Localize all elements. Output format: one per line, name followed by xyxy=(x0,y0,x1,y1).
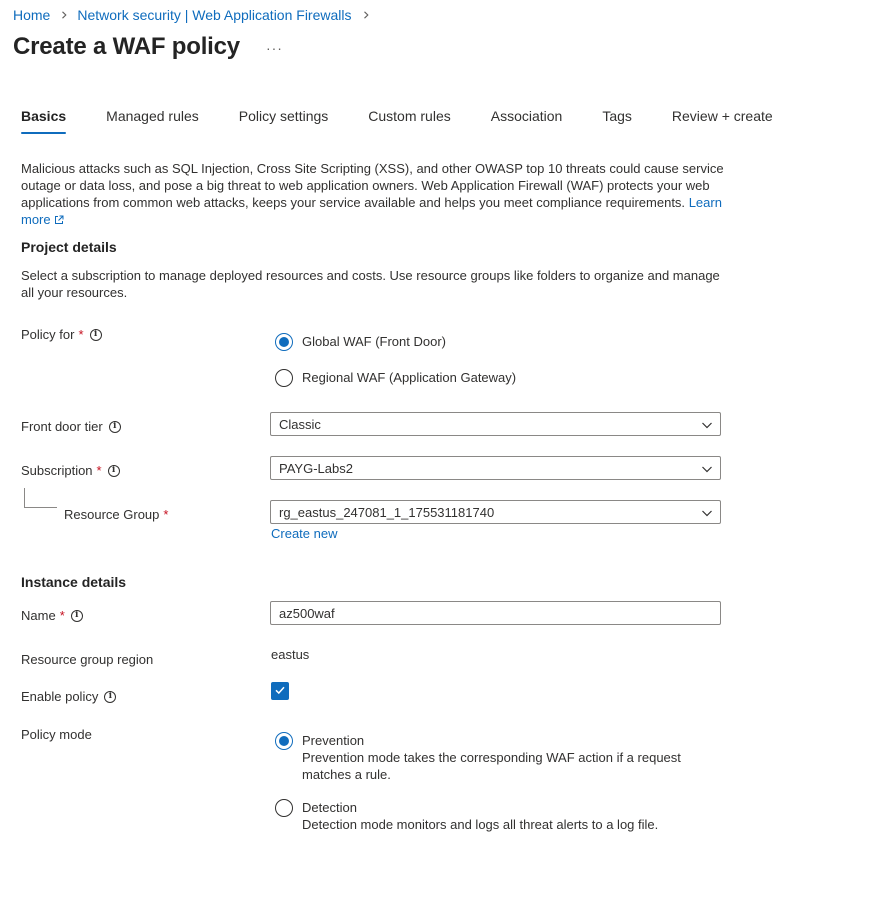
name-label: Name * i xyxy=(21,608,83,623)
front-door-tier-value: Classic xyxy=(279,416,321,432)
detection-label: Detection xyxy=(302,800,357,815)
detection-description: Detection mode monitors and logs all thr… xyxy=(302,817,659,832)
region-value: eastus xyxy=(271,647,310,662)
project-details-description: Select a subscription to manage deployed… xyxy=(21,268,720,300)
required-marker: * xyxy=(96,463,102,478)
policy-for-label: Policy for * i xyxy=(21,327,102,342)
policy-for-label-text: Policy for xyxy=(21,327,75,342)
breadcrumb-home-link[interactable]: Home xyxy=(13,7,50,23)
name-label-text: Name xyxy=(21,608,56,623)
subscription-label-text: Subscription xyxy=(21,463,93,478)
radio-button-unchecked[interactable] xyxy=(275,369,293,387)
tab-bar: Basics Managed rules Policy settings Cus… xyxy=(21,108,773,134)
resource-group-label: Resource Group * xyxy=(64,507,168,522)
enable-policy-label-text: Enable policy xyxy=(21,689,99,704)
chevron-right-icon xyxy=(362,11,370,19)
enable-policy-label: Enable policy i xyxy=(21,689,117,704)
create-new-link[interactable]: Create new xyxy=(271,526,337,541)
tab-policy-settings[interactable]: Policy settings xyxy=(239,108,328,134)
title-row: Create a WAF policy ··· xyxy=(13,33,283,61)
radio-regional-waf[interactable]: Regional WAF (Application Gateway) xyxy=(275,369,516,387)
subscription-value: PAYG-Labs2 xyxy=(279,460,353,476)
radio-button-checked[interactable] xyxy=(275,732,293,750)
radio-global-waf[interactable]: Global WAF (Front Door) xyxy=(275,333,446,351)
resource-group-dropdown[interactable]: rg_eastus_247081_1_175531181740 xyxy=(270,500,721,524)
checkmark-icon xyxy=(274,684,286,699)
breadcrumb-parent-link[interactable]: Network security | Web Application Firew… xyxy=(77,7,351,23)
info-icon[interactable]: i xyxy=(108,420,121,433)
tab-managed-rules[interactable]: Managed rules xyxy=(106,108,199,134)
radio-prevention-text: Prevention Prevention mode takes the cor… xyxy=(302,732,702,783)
resource-group-value: rg_eastus_247081_1_175531181740 xyxy=(279,504,495,520)
front-door-tier-label: Front door tier i xyxy=(21,419,121,434)
required-marker: * xyxy=(163,507,169,522)
radio-detection[interactable]: Detection Detection mode monitors and lo… xyxy=(275,799,722,833)
page-title: Create a WAF policy xyxy=(13,33,240,60)
chevron-down-icon xyxy=(701,419,713,434)
intro-text: Malicious attacks such as SQL Injection,… xyxy=(21,161,724,210)
info-icon[interactable]: i xyxy=(89,328,102,341)
tab-review-create[interactable]: Review + create xyxy=(672,108,773,134)
radio-button-unchecked[interactable] xyxy=(275,799,293,817)
instance-details-heading: Instance details xyxy=(21,574,127,590)
front-door-tier-label-text: Front door tier xyxy=(21,419,103,434)
name-input[interactable] xyxy=(270,601,721,625)
enable-policy-checkbox[interactable] xyxy=(271,682,289,700)
name-input-field[interactable] xyxy=(279,605,712,621)
radio-detection-text: Detection Detection mode monitors and lo… xyxy=(302,799,722,833)
policy-mode-label: Policy mode xyxy=(21,727,92,742)
required-marker: * xyxy=(59,608,65,623)
info-icon[interactable]: i xyxy=(70,609,83,622)
info-icon[interactable]: i xyxy=(107,464,120,477)
more-options-button[interactable]: ··· xyxy=(266,40,283,56)
required-marker: * xyxy=(78,327,84,342)
tab-association[interactable]: Association xyxy=(491,108,563,134)
info-icon[interactable]: i xyxy=(104,690,117,703)
breadcrumb: Home Network security | Web Application … xyxy=(13,7,379,23)
radio-global-waf-label: Global WAF (Front Door) xyxy=(302,334,446,349)
chevron-right-icon xyxy=(60,11,68,19)
tab-custom-rules[interactable]: Custom rules xyxy=(368,108,450,134)
tree-connector xyxy=(24,488,57,508)
subscription-dropdown[interactable]: PAYG-Labs2 xyxy=(270,456,721,480)
tab-basics[interactable]: Basics xyxy=(21,108,67,134)
prevention-description: Prevention mode takes the corresponding … xyxy=(302,750,681,782)
intro-description: Malicious attacks such as SQL Injection,… xyxy=(21,160,726,229)
resource-group-label-text: Resource Group xyxy=(64,507,160,522)
subscription-label: Subscription * i xyxy=(21,463,120,478)
radio-button-checked[interactable] xyxy=(275,333,293,351)
project-details-heading: Project details xyxy=(21,239,117,255)
radio-regional-waf-label: Regional WAF (Application Gateway) xyxy=(302,370,517,385)
front-door-tier-dropdown[interactable]: Classic xyxy=(270,412,721,436)
radio-prevention[interactable]: Prevention Prevention mode takes the cor… xyxy=(275,732,702,783)
tab-tags[interactable]: Tags xyxy=(602,108,632,134)
chevron-down-icon xyxy=(701,507,713,522)
chevron-down-icon xyxy=(701,463,713,478)
region-label: Resource group region xyxy=(21,652,154,667)
external-link-icon xyxy=(54,212,64,229)
prevention-label: Prevention xyxy=(302,733,365,748)
